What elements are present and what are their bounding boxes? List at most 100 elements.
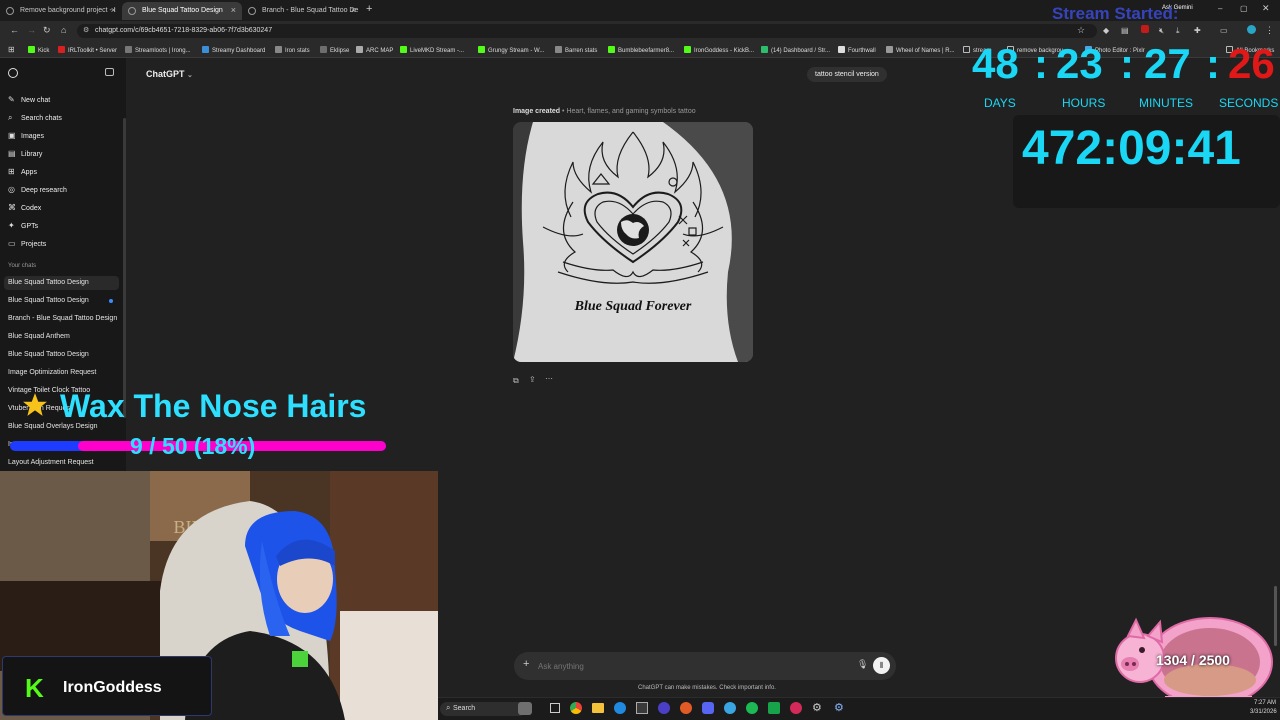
widgets-icon[interactable]: [518, 702, 532, 715]
bookmark-iron-stats[interactable]: Iron stats: [275, 46, 310, 54]
close-sidebar-icon[interactable]: [105, 68, 114, 76]
spotify-icon[interactable]: [746, 702, 758, 714]
kick-icon: [684, 46, 691, 53]
chat-item[interactable]: Image Optimization Request: [8, 369, 96, 376]
tab-remove-background[interactable]: Remove background project - I ×: [0, 2, 122, 20]
star-icon: [22, 392, 48, 418]
site-info-icon[interactable]: ⚙: [83, 26, 89, 34]
obs-icon[interactable]: [658, 702, 670, 714]
app-icon[interactable]: [724, 702, 736, 714]
countdown-separator: :: [1206, 40, 1220, 87]
chat-item[interactable]: Blue Squad Tattoo Design: [8, 279, 89, 286]
close-tab-icon[interactable]: ×: [111, 5, 116, 15]
bookmark-dashboard[interactable]: (14) Dashboard / Str...: [761, 46, 830, 54]
discord-icon[interactable]: [702, 702, 714, 714]
edge-icon[interactable]: [614, 702, 626, 714]
forward-icon[interactable]: →: [27, 25, 36, 35]
maximize-icon[interactable]: ▢: [1240, 4, 1248, 13]
menu-icon[interactable]: ⋮: [1265, 25, 1274, 36]
sidebar-item-codex[interactable]: ⌘ Codex: [8, 203, 41, 212]
taskbar: ⌕ Search ⚙ ⚙ 7:27 AM 3/31/2026: [438, 697, 1280, 720]
bookmark-barren-stats[interactable]: Barren stats: [555, 46, 597, 54]
sidebar-item-gpts[interactable]: ✦ GPTs: [8, 221, 38, 230]
puzzle-icon[interactable]: ✚: [1194, 26, 1201, 35]
chat-item[interactable]: Blue Squad Tattoo Design: [8, 351, 89, 358]
tab-branch-blue-squad[interactable]: Branch - Blue Squad Tattoo De ×: [242, 2, 362, 20]
sidebar-item-projects[interactable]: ▭ Projects: [8, 239, 46, 248]
reload-icon[interactable]: ↻: [43, 25, 51, 36]
profile-avatar[interactable]: [1247, 25, 1256, 34]
kick-logo-icon: K: [25, 673, 44, 703]
sidebar-item-apps[interactable]: ⊞ Apps: [8, 167, 37, 176]
taskbar-search[interactable]: ⌕ Search: [440, 702, 526, 716]
bookmark-irongoddess[interactable]: IronGoddess - KickB...: [684, 46, 754, 54]
images-icon: ▣: [8, 131, 16, 140]
streamloots-icon: [125, 46, 132, 53]
minutes-label: MINUTES: [1139, 96, 1193, 110]
microphone-icon[interactable]: 🎙︎: [857, 659, 868, 670]
prompt-input[interactable]: [538, 659, 838, 673]
sidebar-item-search-chats[interactable]: ⌕ Search chats: [8, 113, 62, 123]
sidebar-item-deep-research[interactable]: ◎ Deep research: [8, 185, 67, 194]
settings-gear-icon[interactable]: ⚙: [812, 701, 822, 714]
download-icon[interactable]: ⤓: [1176, 26, 1180, 36]
chat-item[interactable]: Blue Squad Tattoo Design: [8, 297, 89, 304]
close-window-icon[interactable]: ✕: [1262, 3, 1270, 14]
extension-icon[interactable]: ◆: [1103, 26, 1109, 35]
bookmark-fourthwall[interactable]: Fourthwall: [838, 46, 876, 54]
tab-label: Branch - Blue Squad Tattoo De: [262, 7, 359, 14]
split-view-icon[interactable]: ▭: [1220, 26, 1228, 35]
chat-item[interactable]: Layout Adjustment Request: [8, 459, 94, 466]
chrome-icon[interactable]: [570, 702, 582, 714]
taskbar-clock[interactable]: 7:27 AM: [1254, 700, 1276, 706]
bookmark-bumblebee[interactable]: Bumblebeefarmer8...: [608, 46, 674, 54]
home-icon[interactable]: ⌂: [61, 25, 66, 35]
bookmark-wheel-of-names[interactable]: Wheel of Names | R...: [886, 46, 955, 54]
add-attachment-icon[interactable]: +: [523, 658, 529, 670]
app-icon[interactable]: [680, 702, 692, 714]
model-selector[interactable]: ChatGPT ⌄: [146, 69, 193, 79]
close-tab-icon[interactable]: ×: [231, 5, 236, 15]
store-icon[interactable]: [636, 702, 648, 714]
copy-icon[interactable]: ⧉: [513, 376, 519, 386]
chat-item[interactable]: Blue Squad Anthem: [8, 333, 70, 340]
taskbar-date[interactable]: 3/31/2026: [1250, 709, 1277, 715]
countdown-separator: :: [1120, 40, 1134, 87]
kick-icon: [608, 46, 615, 53]
generated-tattoo-image[interactable]: Blue Squad Forever: [513, 122, 753, 362]
tab-blue-squad-tattoo[interactable]: Blue Squad Tattoo Design ×: [122, 2, 242, 20]
app-icon[interactable]: [768, 702, 780, 714]
share-icon[interactable]: ⇪: [529, 375, 536, 384]
record-extension-icon[interactable]: [1141, 25, 1149, 33]
bookmark-irltoolkit[interactable]: IRLToolkit • Server: [58, 46, 117, 54]
bookmark-eklipse[interactable]: Eklipse: [320, 46, 349, 54]
new-tab-icon[interactable]: +: [366, 3, 372, 15]
bookmark-grungy[interactable]: Grungy Stream - W...: [478, 46, 544, 54]
countdown-seconds: 26: [1228, 40, 1275, 87]
sidebar-item-new-chat[interactable]: ✎ New chat: [8, 95, 50, 104]
close-tab-icon[interactable]: ×: [351, 5, 356, 15]
app-icon[interactable]: [790, 702, 802, 714]
more-options-icon[interactable]: ⋯: [545, 374, 553, 383]
bookmark-kick[interactable]: Kick: [28, 46, 49, 54]
file-explorer-icon[interactable]: [592, 703, 604, 713]
apps-grid-icon[interactable]: ⊞: [8, 45, 15, 54]
days-label: DAYS: [984, 96, 1016, 110]
chat-item[interactable]: Branch - Blue Squad Tattoo Design: [8, 315, 117, 322]
back-icon[interactable]: ←: [10, 25, 19, 35]
sidebar-item-library[interactable]: ▤ Library: [8, 149, 42, 158]
bookmark-streamloots[interactable]: Streamloots | Irong...: [125, 46, 191, 54]
sidebar-item-images[interactable]: ▣ Images: [8, 131, 44, 140]
settings-gear-icon[interactable]: ⚙: [834, 701, 844, 714]
minimize-icon[interactable]: –: [1218, 4, 1222, 13]
voice-mode-icon[interactable]: ⦀: [873, 657, 890, 674]
mute-icon[interactable]: 🔇︎: [1159, 26, 1164, 36]
bookmark-streamy[interactable]: Streamy Dashboard: [202, 46, 265, 54]
bookmark-arc-map[interactable]: ARC MAP: [356, 46, 393, 54]
user-message-bubble: tattoo stencil version: [807, 67, 887, 82]
bookmark-star-icon[interactable]: ☆: [1077, 25, 1085, 36]
reading-list-icon[interactable]: ▤: [1121, 26, 1129, 35]
bookmark-livemkd[interactable]: LiveMKD Stream -...: [400, 46, 464, 54]
task-view-icon[interactable]: [550, 703, 560, 713]
openai-logo-icon[interactable]: [8, 68, 18, 78]
